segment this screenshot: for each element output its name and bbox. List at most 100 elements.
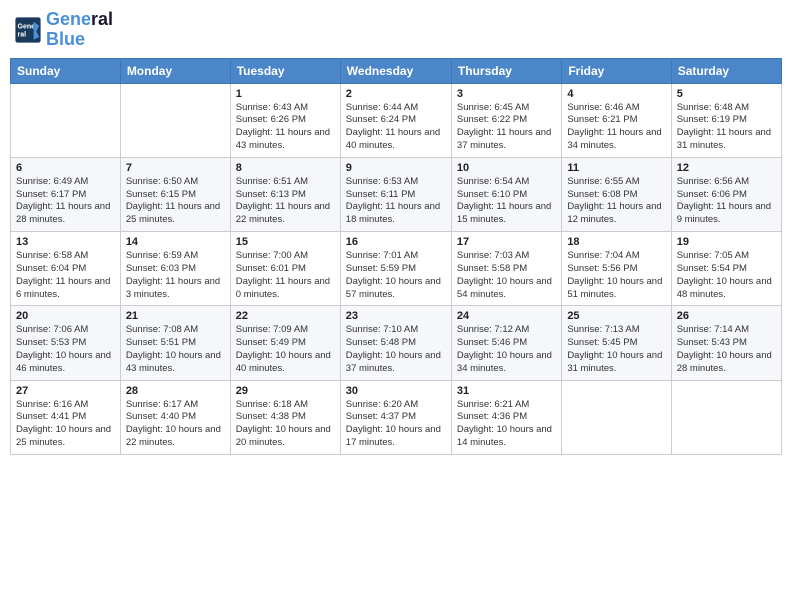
calendar-cell: 10 Sunrise: 6:54 AM Sunset: 6:10 PM Dayli… [451,157,561,231]
cell-daylight-info: Sunrise: 6:46 AM Sunset: 6:21 PM Dayligh… [567,102,665,153]
cell-daylight-info: Sunrise: 7:05 AM Sunset: 5:54 PM Dayligh… [677,250,776,301]
day-number: 29 [236,385,335,397]
calendar-week-row: 1 Sunrise: 6:43 AM Sunset: 6:26 PM Daylig… [11,83,782,157]
calendar-cell: 7 Sunrise: 6:50 AM Sunset: 6:15 PM Daylig… [120,157,230,231]
cell-daylight-info: Sunrise: 6:50 AM Sunset: 6:15 PM Dayligh… [126,176,225,227]
cell-daylight-info: Sunrise: 6:45 AM Sunset: 6:22 PM Dayligh… [457,102,556,153]
calendar-cell [671,380,781,454]
day-number: 30 [346,385,446,397]
day-number: 9 [346,162,446,174]
calendar-cell: 14 Sunrise: 6:59 AM Sunset: 6:03 PM Dayli… [120,232,230,306]
day-number: 4 [567,88,665,100]
calendar-header: SundayMondayTuesdayWednesdayThursdayFrid… [11,58,782,83]
day-number: 13 [16,236,115,248]
weekday-header: Friday [562,58,671,83]
day-number: 2 [346,88,446,100]
cell-daylight-info: Sunrise: 6:58 AM Sunset: 6:04 PM Dayligh… [16,250,115,301]
logo: Gene ral GeneralBlue [14,10,113,50]
day-number: 14 [126,236,225,248]
cell-daylight-info: Sunrise: 7:08 AM Sunset: 5:51 PM Dayligh… [126,324,225,375]
day-number: 15 [236,236,335,248]
weekday-header: Sunday [11,58,121,83]
day-number: 26 [677,310,776,322]
cell-daylight-info: Sunrise: 7:04 AM Sunset: 5:56 PM Dayligh… [567,250,665,301]
day-number: 19 [677,236,776,248]
day-number: 8 [236,162,335,174]
calendar-cell: 24Sunrise: 7:12 AM Sunset: 5:46 PM Dayli… [451,306,561,380]
day-number: 10 [457,162,556,174]
day-number: 17 [457,236,556,248]
cell-daylight-info: Sunrise: 7:03 AM Sunset: 5:58 PM Dayligh… [457,250,556,301]
day-number: 18 [567,236,665,248]
day-number: 28 [126,385,225,397]
calendar-cell: 25Sunrise: 7:13 AM Sunset: 5:45 PM Dayli… [562,306,671,380]
calendar-cell: 15 Sunrise: 7:00 AM Sunset: 6:01 PM Dayli… [230,232,340,306]
cell-daylight-info: Sunrise: 6:43 AM Sunset: 6:26 PM Dayligh… [236,102,335,153]
cell-daylight-info: Sunrise: 6:59 AM Sunset: 6:03 PM Dayligh… [126,250,225,301]
day-number: 23 [346,310,446,322]
cell-daylight-info: Sunrise: 6:21 AM Sunset: 4:36 PM Dayligh… [457,399,556,450]
calendar-cell: 28Sunrise: 6:17 AM Sunset: 4:40 PM Dayli… [120,380,230,454]
calendar-cell: 11 Sunrise: 6:55 AM Sunset: 6:08 PM Dayli… [562,157,671,231]
calendar-cell: 18 Sunrise: 7:04 AM Sunset: 5:56 PM Dayli… [562,232,671,306]
cell-daylight-info: Sunrise: 6:55 AM Sunset: 6:08 PM Dayligh… [567,176,665,227]
day-number: 5 [677,88,776,100]
calendar-cell: 27Sunrise: 6:16 AM Sunset: 4:41 PM Dayli… [11,380,121,454]
cell-daylight-info: Sunrise: 6:16 AM Sunset: 4:41 PM Dayligh… [16,399,115,450]
weekday-header: Wednesday [340,58,451,83]
calendar-cell: 2Sunrise: 6:44 AM Sunset: 6:24 PM Daylig… [340,83,451,157]
calendar-cell: 31 Sunrise: 6:21 AM Sunset: 4:36 PM Dayli… [451,380,561,454]
calendar-cell: 12 Sunrise: 6:56 AM Sunset: 6:06 PM Dayli… [671,157,781,231]
calendar-cell: 5 Sunrise: 6:48 AM Sunset: 6:19 PM Daylig… [671,83,781,157]
cell-daylight-info: Sunrise: 7:01 AM Sunset: 5:59 PM Dayligh… [346,250,446,301]
cell-daylight-info: Sunrise: 6:56 AM Sunset: 6:06 PM Dayligh… [677,176,776,227]
calendar-cell: 20Sunrise: 7:06 AM Sunset: 5:53 PM Dayli… [11,306,121,380]
day-number: 3 [457,88,556,100]
day-number: 31 [457,385,556,397]
logo-text: GeneralBlue [46,10,113,50]
calendar-week-row: 6 Sunrise: 6:49 AM Sunset: 6:17 PM Daylig… [11,157,782,231]
cell-daylight-info: Sunrise: 7:10 AM Sunset: 5:48 PM Dayligh… [346,324,446,375]
day-number: 6 [16,162,115,174]
calendar-cell [562,380,671,454]
calendar-cell: 21 Sunrise: 7:08 AM Sunset: 5:51 PM Dayli… [120,306,230,380]
cell-daylight-info: Sunrise: 7:00 AM Sunset: 6:01 PM Dayligh… [236,250,335,301]
day-number: 1 [236,88,335,100]
weekday-header: Tuesday [230,58,340,83]
calendar-week-row: 27Sunrise: 6:16 AM Sunset: 4:41 PM Dayli… [11,380,782,454]
svg-text:Gene: Gene [18,23,36,30]
cell-daylight-info: Sunrise: 6:54 AM Sunset: 6:10 PM Dayligh… [457,176,556,227]
calendar-cell: 22Sunrise: 7:09 AM Sunset: 5:49 PM Dayli… [230,306,340,380]
logo-icon: Gene ral [14,16,42,44]
calendar-cell: 16Sunrise: 7:01 AM Sunset: 5:59 PM Dayli… [340,232,451,306]
calendar-cell [120,83,230,157]
calendar-cell: 4 Sunrise: 6:46 AM Sunset: 6:21 PM Daylig… [562,83,671,157]
day-number: 7 [126,162,225,174]
cell-daylight-info: Sunrise: 6:18 AM Sunset: 4:38 PM Dayligh… [236,399,335,450]
calendar-cell [11,83,121,157]
day-number: 12 [677,162,776,174]
day-number: 11 [567,162,665,174]
weekday-header: Saturday [671,58,781,83]
calendar-cell: 26Sunrise: 7:14 AM Sunset: 5:43 PM Dayli… [671,306,781,380]
calendar-cell: 29 Sunrise: 6:18 AM Sunset: 4:38 PM Dayli… [230,380,340,454]
svg-text:ral: ral [18,31,27,38]
calendar-table: SundayMondayTuesdayWednesdayThursdayFrid… [10,58,782,455]
calendar-cell: 13 Sunrise: 6:58 AM Sunset: 6:04 PM Dayli… [11,232,121,306]
cell-daylight-info: Sunrise: 6:53 AM Sunset: 6:11 PM Dayligh… [346,176,446,227]
cell-daylight-info: Sunrise: 7:13 AM Sunset: 5:45 PM Dayligh… [567,324,665,375]
cell-daylight-info: Sunrise: 7:06 AM Sunset: 5:53 PM Dayligh… [16,324,115,375]
calendar-cell: 30Sunrise: 6:20 AM Sunset: 4:37 PM Dayli… [340,380,451,454]
calendar-cell: 8 Sunrise: 6:51 AM Sunset: 6:13 PM Daylig… [230,157,340,231]
day-number: 24 [457,310,556,322]
cell-daylight-info: Sunrise: 6:49 AM Sunset: 6:17 PM Dayligh… [16,176,115,227]
day-number: 21 [126,310,225,322]
calendar-cell: 17 Sunrise: 7:03 AM Sunset: 5:58 PM Dayli… [451,232,561,306]
page-header: Gene ral GeneralBlue [10,10,782,50]
calendar-cell: 23 Sunrise: 7:10 AM Sunset: 5:48 PM Dayli… [340,306,451,380]
calendar-cell: 1 Sunrise: 6:43 AM Sunset: 6:26 PM Daylig… [230,83,340,157]
cell-daylight-info: Sunrise: 6:48 AM Sunset: 6:19 PM Dayligh… [677,102,776,153]
cell-daylight-info: Sunrise: 6:51 AM Sunset: 6:13 PM Dayligh… [236,176,335,227]
cell-daylight-info: Sunrise: 7:09 AM Sunset: 5:49 PM Dayligh… [236,324,335,375]
weekday-header: Thursday [451,58,561,83]
